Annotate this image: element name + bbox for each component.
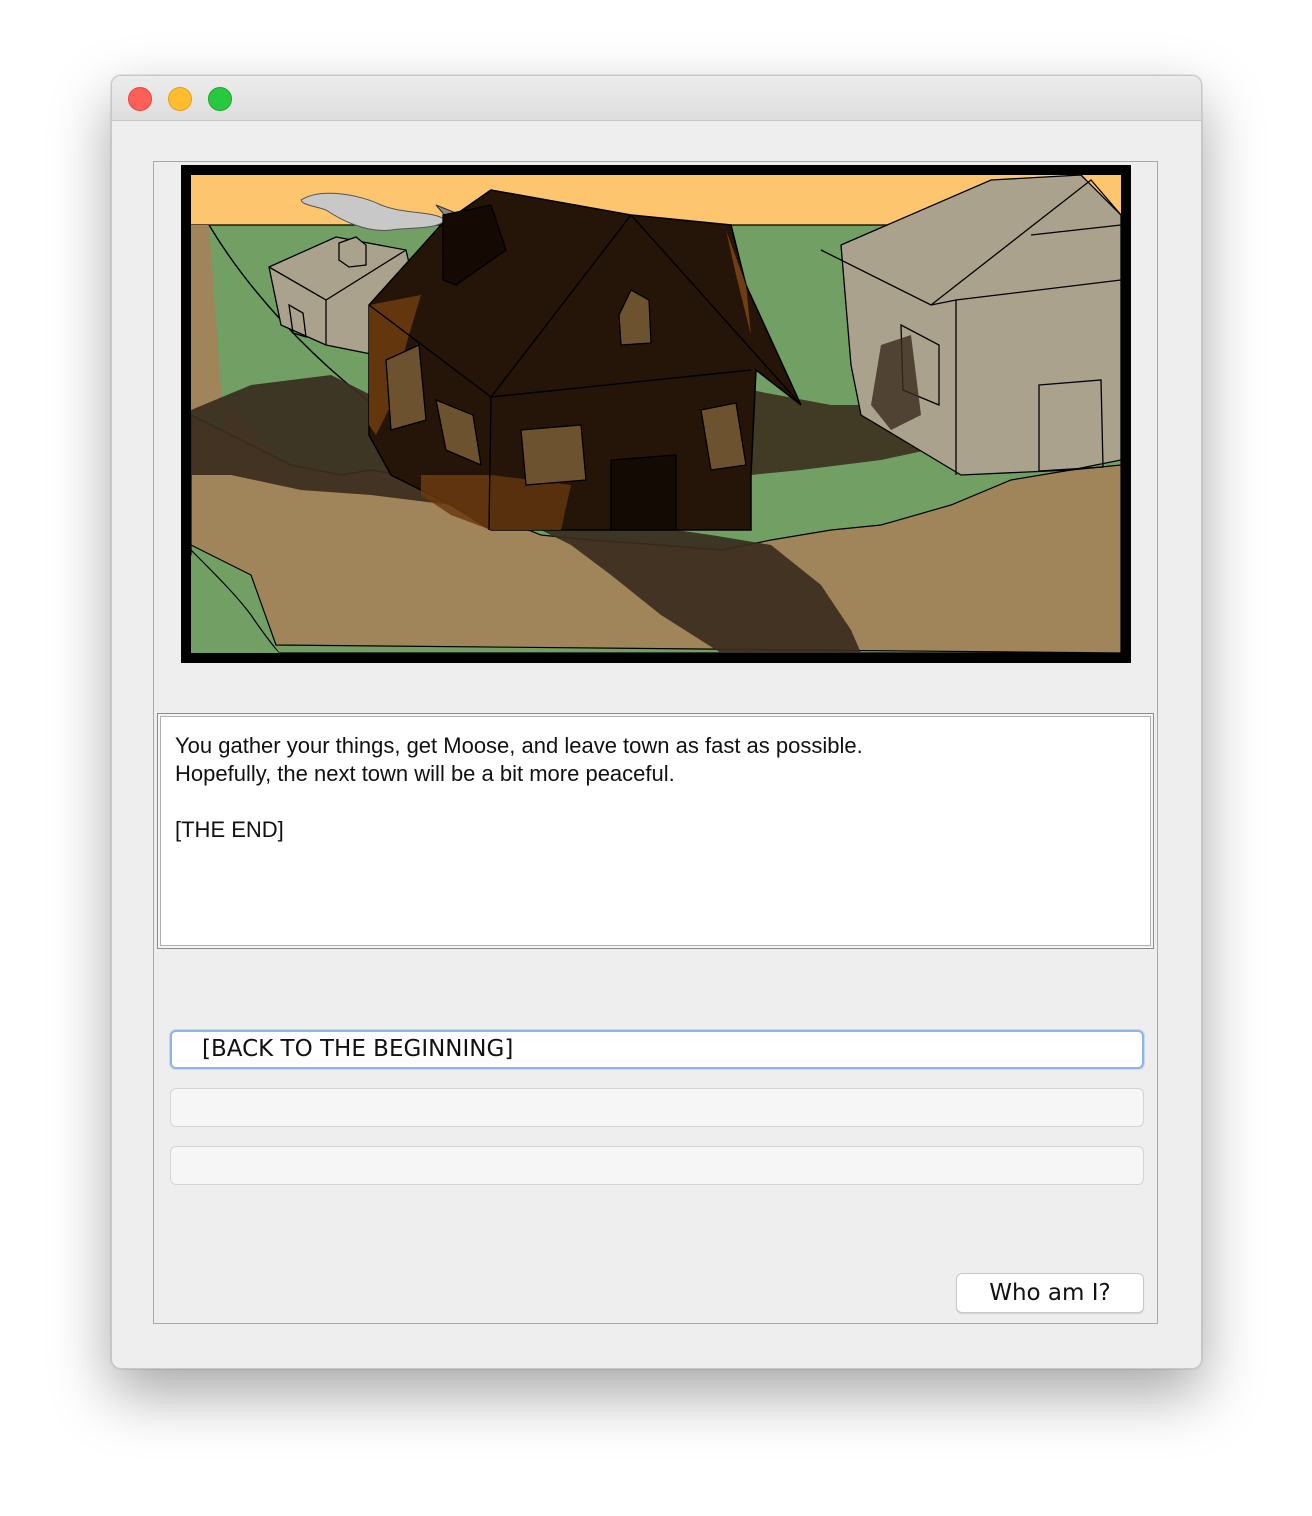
story-text-area: You gather your things, get Moose, and l… <box>157 713 1154 949</box>
game-panel: You gather your things, get Moose, and l… <box>153 161 1158 1324</box>
title-bar <box>112 76 1201 121</box>
game-window: You gather your things, get Moose, and l… <box>111 75 1202 1369</box>
zoom-window-button[interactable] <box>208 87 232 111</box>
story-text-box: You gather your things, get Moose, and l… <box>160 716 1151 946</box>
story-line: You gather your things, get Moose, and l… <box>175 733 863 758</box>
who-am-i-button[interactable]: Who am I? <box>956 1273 1144 1313</box>
village-house-scene-icon <box>191 175 1121 653</box>
story-line: [THE END] <box>175 817 284 842</box>
choice-button-1[interactable]: [BACK TO THE BEGINNING] <box>170 1030 1144 1069</box>
close-window-button[interactable] <box>128 87 152 111</box>
choice-button-3[interactable] <box>170 1146 1144 1185</box>
choice-button-2[interactable] <box>170 1088 1144 1127</box>
scene-image <box>181 165 1131 663</box>
story-line <box>175 788 1136 816</box>
minimize-window-button[interactable] <box>168 87 192 111</box>
story-line: Hopefully, the next town will be a bit m… <box>175 761 675 786</box>
